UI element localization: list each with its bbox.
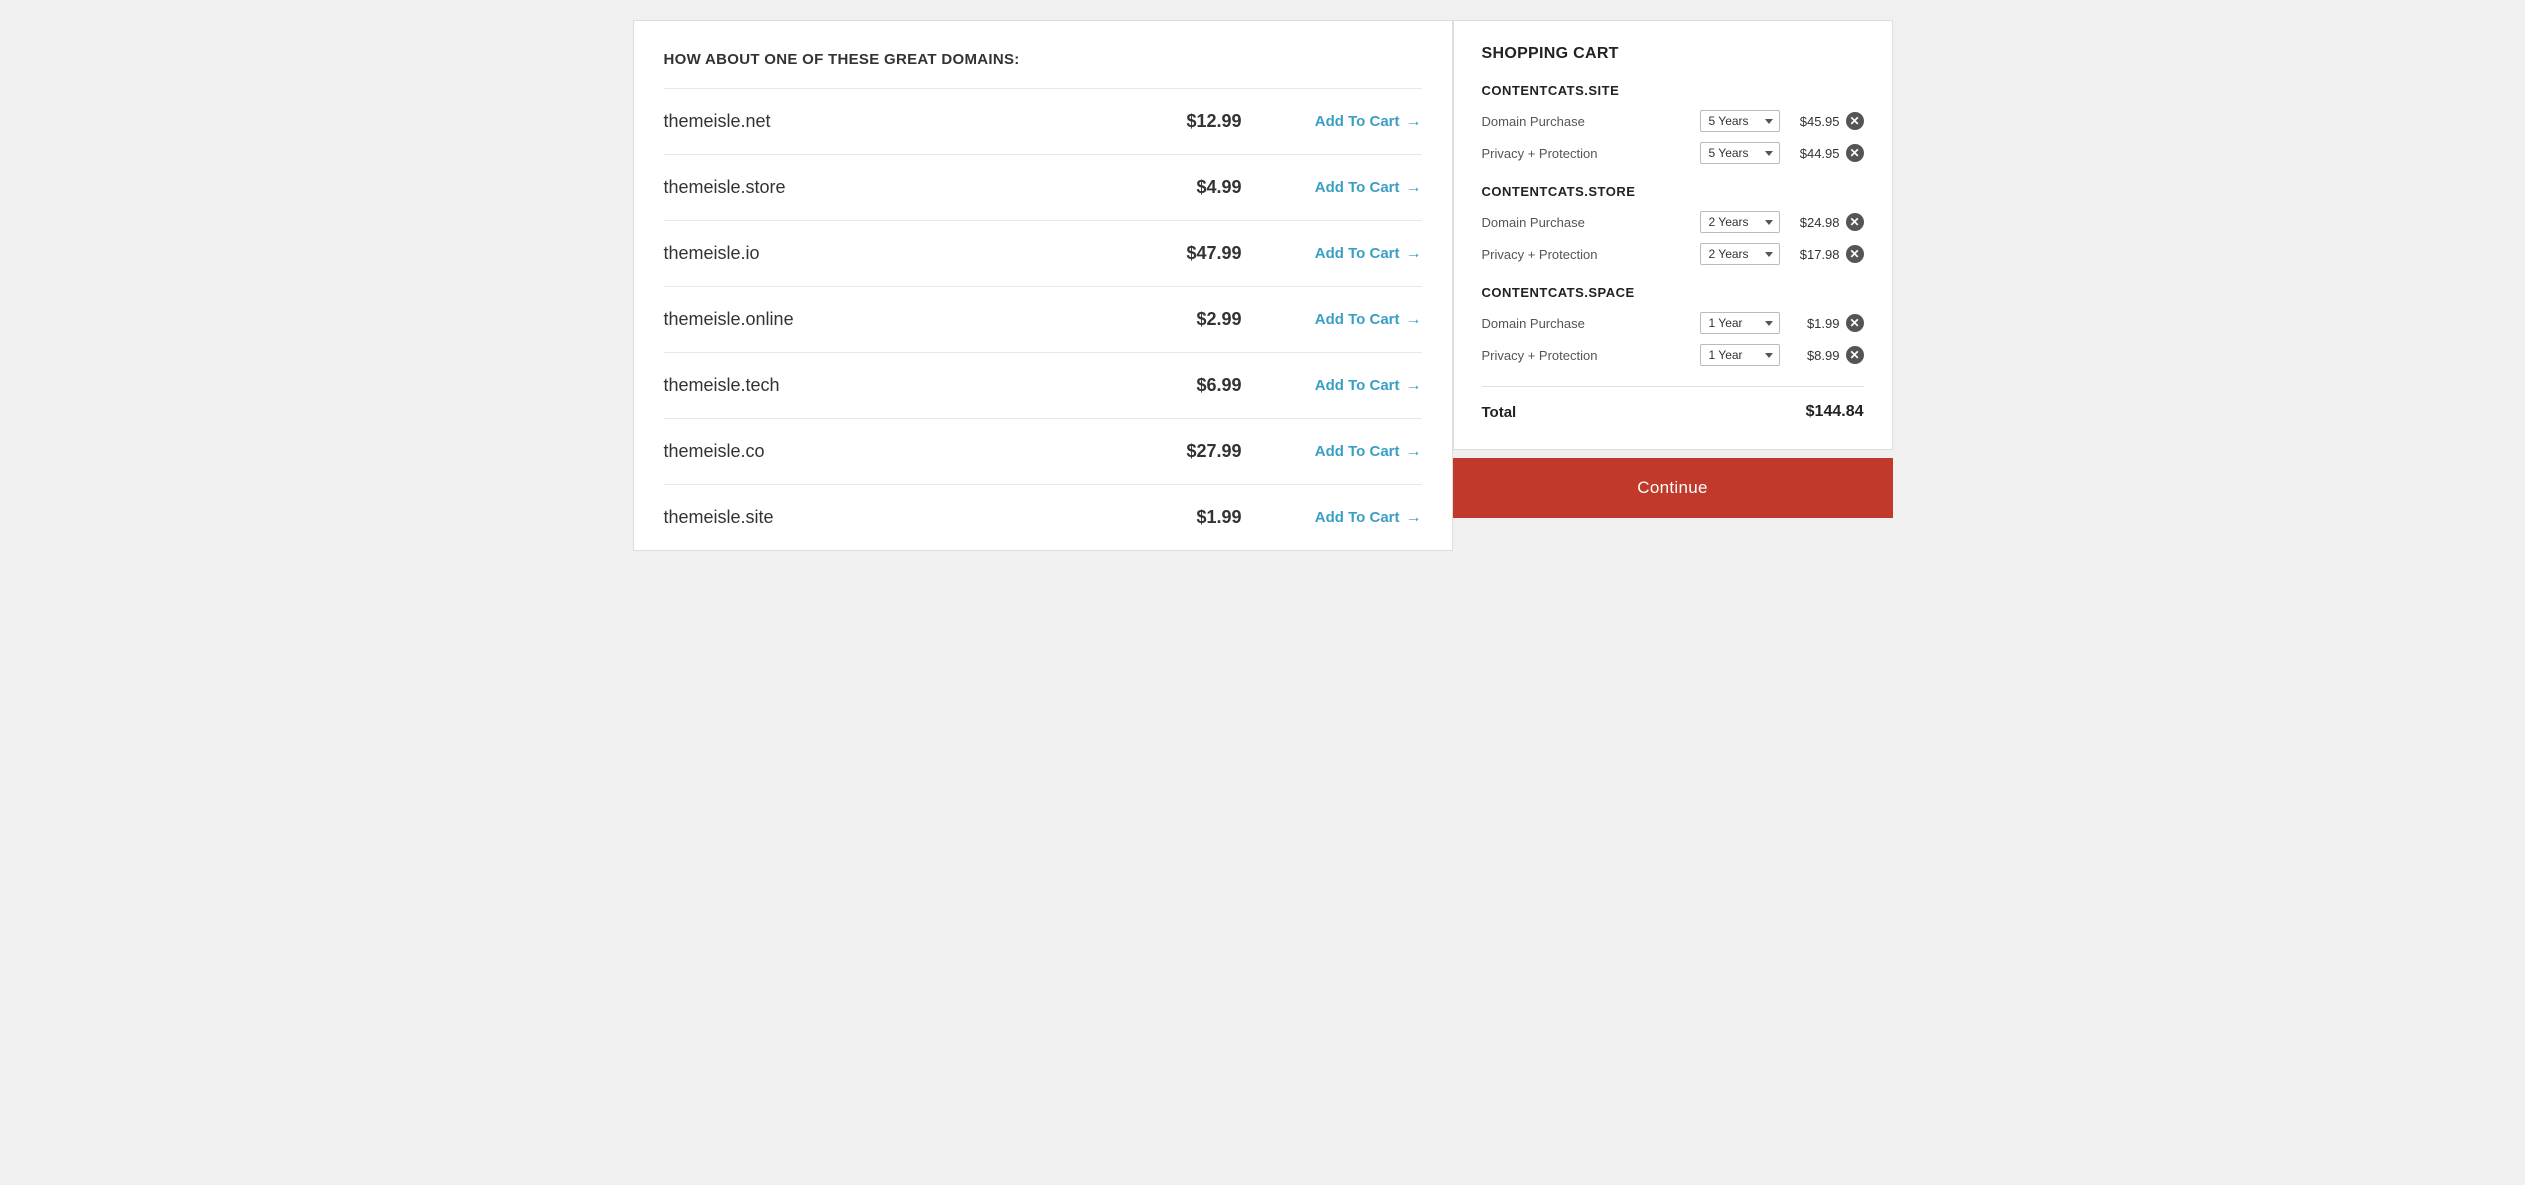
- cart-row-price: $8.99: [1790, 348, 1840, 363]
- domain-name: themeisle.net: [664, 111, 1162, 132]
- cart-total-label: Total: [1482, 404, 1517, 421]
- duration-select[interactable]: 1 Year2 Years3 Years5 Years: [1700, 243, 1780, 265]
- cart-sections-container: CONTENTCATS.SITEDomain Purchase1 Year2 Y…: [1482, 83, 1864, 366]
- domain-name: themeisle.tech: [664, 375, 1162, 396]
- arrow-icon: →: [1406, 311, 1422, 329]
- domain-price: $1.99: [1162, 507, 1242, 528]
- add-to-cart-label: Add To Cart: [1315, 443, 1400, 460]
- domain-price: $2.99: [1162, 309, 1242, 330]
- cart-row-price: $1.99: [1790, 316, 1840, 331]
- domain-name: themeisle.co: [664, 441, 1162, 462]
- domain-price: $4.99: [1162, 177, 1242, 198]
- add-to-cart-label: Add To Cart: [1315, 179, 1400, 196]
- cart-row: Domain Purchase1 Year2 Years3 Years5 Yea…: [1482, 312, 1864, 334]
- add-to-cart-button[interactable]: Add To Cart →: [1282, 509, 1422, 527]
- domain-item: themeisle.site$1.99 Add To Cart →: [664, 484, 1422, 550]
- remove-item-button[interactable]: ✕: [1846, 112, 1864, 130]
- cart-section-title: CONTENTCATS.STORE: [1482, 184, 1864, 199]
- cart-row-label: Domain Purchase: [1482, 316, 1700, 331]
- duration-select[interactable]: 1 Year2 Years3 Years5 Years: [1700, 142, 1780, 164]
- cart-row-price: $44.95: [1790, 146, 1840, 161]
- domains-heading: HOW ABOUT ONE OF THESE GREAT DOMAINS:: [664, 51, 1422, 68]
- add-to-cart-button[interactable]: Add To Cart →: [1282, 311, 1422, 329]
- main-container: HOW ABOUT ONE OF THESE GREAT DOMAINS: th…: [633, 20, 1893, 551]
- domain-name: themeisle.store: [664, 177, 1162, 198]
- cart-row: Privacy + Protection1 Year2 Years3 Years…: [1482, 243, 1864, 265]
- cart-row-label: Privacy + Protection: [1482, 146, 1700, 161]
- cart-row: Privacy + Protection1 Year2 Years3 Years…: [1482, 344, 1864, 366]
- domain-name: themeisle.io: [664, 243, 1162, 264]
- add-to-cart-button[interactable]: Add To Cart →: [1282, 245, 1422, 263]
- arrow-icon: →: [1406, 245, 1422, 263]
- cart-panel: SHOPPING CART CONTENTCATS.SITE Domain Pur…: [1453, 20, 1893, 551]
- remove-item-button[interactable]: ✕: [1846, 213, 1864, 231]
- cart-total-value: $144.84: [1806, 403, 1864, 421]
- duration-select[interactable]: 1 Year2 Years3 Years5 Years: [1700, 211, 1780, 233]
- arrow-icon: →: [1406, 113, 1422, 131]
- cart-row: Domain Purchase1 Year2 Years3 Years5 Yea…: [1482, 110, 1864, 132]
- cart-section: CONTENTCATS.SITE Domain Purchase1 Year2 Y…: [1482, 83, 1864, 164]
- add-to-cart-label: Add To Cart: [1315, 311, 1400, 328]
- add-to-cart-button[interactable]: Add To Cart →: [1282, 113, 1422, 131]
- domain-price: $6.99: [1162, 375, 1242, 396]
- domain-item: themeisle.tech$6.99 Add To Cart →: [664, 352, 1422, 418]
- arrow-icon: →: [1406, 443, 1422, 461]
- remove-item-button[interactable]: ✕: [1846, 245, 1864, 263]
- add-to-cart-label: Add To Cart: [1315, 377, 1400, 394]
- cart-row-price: $45.95: [1790, 114, 1840, 129]
- cart-box: SHOPPING CART CONTENTCATS.SITE Domain Pur…: [1453, 20, 1893, 450]
- cart-row-price: $17.98: [1790, 247, 1840, 262]
- add-to-cart-button[interactable]: Add To Cart →: [1282, 179, 1422, 197]
- continue-button[interactable]: Continue: [1453, 458, 1893, 518]
- cart-section: CONTENTCATS.SPACE Domain Purchase1 Year2 …: [1482, 285, 1864, 366]
- remove-item-button[interactable]: ✕: [1846, 346, 1864, 364]
- cart-section: CONTENTCATS.STORE Domain Purchase1 Year2 …: [1482, 184, 1864, 265]
- remove-item-button[interactable]: ✕: [1846, 144, 1864, 162]
- duration-select[interactable]: 1 Year2 Years3 Years5 Years: [1700, 110, 1780, 132]
- domain-item: themeisle.io$47.99 Add To Cart →: [664, 220, 1422, 286]
- cart-row: Domain Purchase1 Year2 Years3 Years5 Yea…: [1482, 211, 1864, 233]
- cart-section-title: CONTENTCATS.SPACE: [1482, 285, 1864, 300]
- add-to-cart-label: Add To Cart: [1315, 245, 1400, 262]
- arrow-icon: →: [1406, 179, 1422, 197]
- domain-price: $47.99: [1162, 243, 1242, 264]
- add-to-cart-label: Add To Cart: [1315, 509, 1400, 526]
- add-to-cart-label: Add To Cart: [1315, 113, 1400, 130]
- duration-select[interactable]: 1 Year2 Years3 Years5 Years: [1700, 344, 1780, 366]
- domain-item: themeisle.online$2.99 Add To Cart →: [664, 286, 1422, 352]
- cart-section-title: CONTENTCATS.SITE: [1482, 83, 1864, 98]
- remove-item-button[interactable]: ✕: [1846, 314, 1864, 332]
- cart-row-label: Domain Purchase: [1482, 114, 1700, 129]
- domain-name: themeisle.online: [664, 309, 1162, 330]
- domain-price: $27.99: [1162, 441, 1242, 462]
- domain-name: themeisle.site: [664, 507, 1162, 528]
- domain-item: themeisle.co$27.99 Add To Cart →: [664, 418, 1422, 484]
- arrow-icon: →: [1406, 509, 1422, 527]
- domains-panel: HOW ABOUT ONE OF THESE GREAT DOMAINS: th…: [633, 20, 1453, 551]
- duration-select[interactable]: 1 Year2 Years3 Years5 Years: [1700, 312, 1780, 334]
- domain-item: themeisle.net$12.99 Add To Cart →: [664, 88, 1422, 154]
- cart-row-label: Domain Purchase: [1482, 215, 1700, 230]
- cart-row-price: $24.98: [1790, 215, 1840, 230]
- add-to-cart-button[interactable]: Add To Cart →: [1282, 377, 1422, 395]
- domain-list: themeisle.net$12.99Add To Cart →themeisl…: [664, 88, 1422, 550]
- domain-price: $12.99: [1162, 111, 1242, 132]
- cart-row-label: Privacy + Protection: [1482, 247, 1700, 262]
- cart-row-label: Privacy + Protection: [1482, 348, 1700, 363]
- domain-item: themeisle.store$4.99 Add To Cart →: [664, 154, 1422, 220]
- cart-heading: SHOPPING CART: [1482, 45, 1864, 63]
- cart-divider: [1482, 386, 1864, 387]
- add-to-cart-button[interactable]: Add To Cart →: [1282, 443, 1422, 461]
- cart-row: Privacy + Protection1 Year2 Years3 Years…: [1482, 142, 1864, 164]
- arrow-icon: →: [1406, 377, 1422, 395]
- cart-total-row: Total $144.84: [1482, 403, 1864, 421]
